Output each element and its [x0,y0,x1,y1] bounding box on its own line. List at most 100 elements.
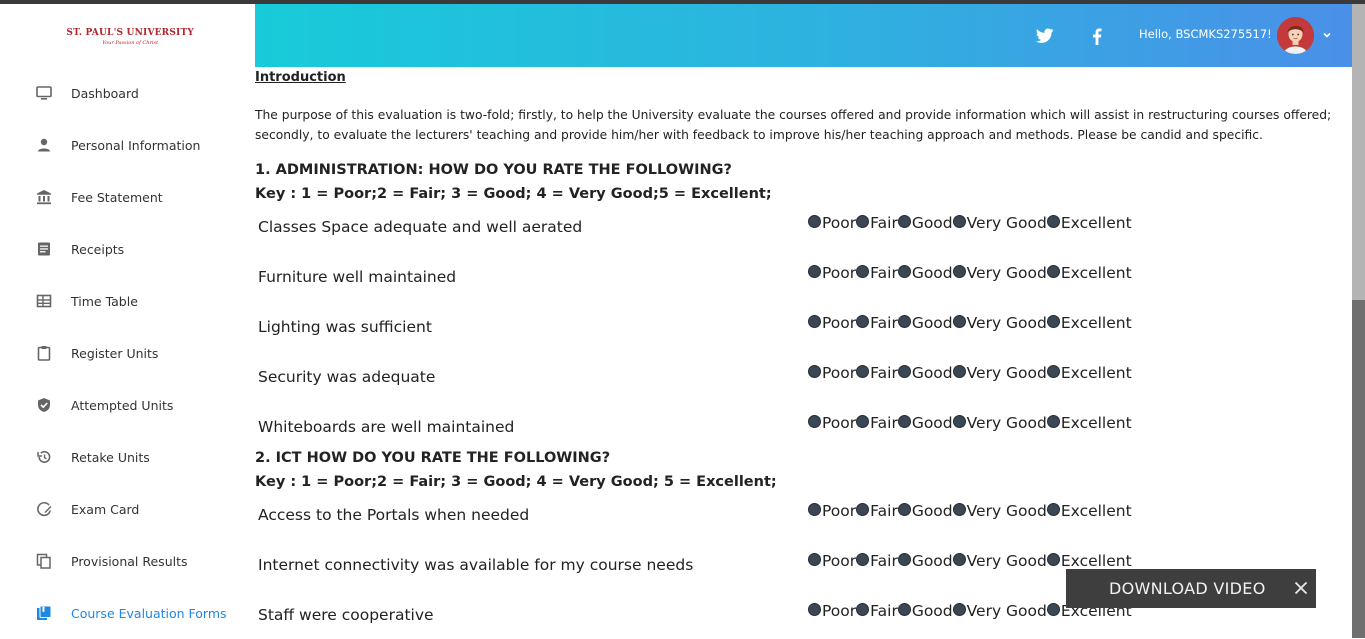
rating-option[interactable]: Fair [856,264,898,282]
rating-option[interactable]: Very Good [953,552,1047,570]
rating-option[interactable]: Excellent [1047,552,1132,570]
rating-option[interactable]: Very Good [953,502,1047,520]
book-icon [36,605,52,621]
sidebar-item-register-units[interactable]: Register Units [0,327,255,379]
rating-option[interactable]: Poor [808,264,856,282]
rating-option[interactable]: Fair [856,364,898,382]
radio-button[interactable] [808,315,821,328]
rating-option[interactable]: Very Good [953,414,1047,432]
radio-button[interactable] [1047,265,1060,278]
rating-options: PoorFairGoodVery GoodExcellent [808,502,1132,520]
close-icon[interactable] [1294,581,1308,595]
rating-option[interactable]: Fair [856,552,898,570]
rating-option[interactable]: Fair [856,414,898,432]
rating-options: PoorFairGoodVery GoodExcellent [808,364,1132,382]
rating-option[interactable]: Good [898,264,953,282]
download-video-toast[interactable]: DOWNLOAD VIDEO [1066,569,1316,608]
radio-button[interactable] [953,215,966,228]
rating-option-label: Poor [822,602,856,620]
radio-button[interactable] [1047,603,1060,616]
radio-button[interactable] [1047,503,1060,516]
radio-button[interactable] [856,365,869,378]
radio-button[interactable] [953,315,966,328]
sidebar-item-receipts[interactable]: Receipts [0,223,255,275]
radio-button[interactable] [898,503,911,516]
sidebar-item-time-table[interactable]: Time Table [0,275,255,327]
radio-button[interactable] [808,265,821,278]
radio-button[interactable] [898,603,911,616]
radio-button[interactable] [898,365,911,378]
rating-option[interactable]: Poor [808,552,856,570]
university-logo[interactable]: ST. PAUL'S UNIVERSITY Your Passion of Ch… [62,20,194,54]
radio-button[interactable] [953,553,966,566]
rating-option[interactable]: Fair [856,314,898,332]
rating-option[interactable]: Good [898,364,953,382]
sidebar-item-fee-statement[interactable]: Fee Statement [0,171,255,223]
radio-button[interactable] [808,365,821,378]
rating-option[interactable]: Excellent [1047,364,1132,382]
rating-option[interactable]: Good [898,214,953,232]
rating-option[interactable]: Poor [808,502,856,520]
rating-option[interactable]: Excellent [1047,264,1132,282]
rating-option[interactable]: Very Good [953,364,1047,382]
radio-button[interactable] [898,415,911,428]
rating-option[interactable]: Fair [856,502,898,520]
radio-button[interactable] [856,215,869,228]
radio-button[interactable] [1047,365,1060,378]
rating-option[interactable]: Good [898,602,953,620]
rating-option[interactable]: Very Good [953,264,1047,282]
radio-button[interactable] [808,215,821,228]
rating-key: Key : 1 = Poor;2 = Fair; 3 = Good; 4 = V… [255,474,777,490]
radio-button[interactable] [898,553,911,566]
radio-button[interactable] [808,603,821,616]
radio-button[interactable] [1047,553,1060,566]
radio-button[interactable] [808,553,821,566]
rating-option[interactable]: Excellent [1047,214,1132,232]
rating-option[interactable]: Poor [808,214,856,232]
radio-button[interactable] [953,415,966,428]
rating-option[interactable]: Good [898,314,953,332]
rating-option[interactable]: Fair [856,602,898,620]
sidebar-item-dashboard[interactable]: Dashboard [0,67,255,119]
radio-button[interactable] [856,503,869,516]
rating-option[interactable]: Good [898,502,953,520]
rating-option[interactable]: Good [898,414,953,432]
sidebar-item-exam-card[interactable]: Exam Card [0,483,255,535]
radio-button[interactable] [898,265,911,278]
rating-option[interactable]: Excellent [1047,314,1132,332]
radio-button[interactable] [898,315,911,328]
rating-option[interactable]: Poor [808,602,856,620]
radio-button[interactable] [953,603,966,616]
scrollbar-thumb[interactable] [1352,4,1365,300]
radio-button[interactable] [856,315,869,328]
radio-button[interactable] [1047,415,1060,428]
rating-option[interactable]: Very Good [953,314,1047,332]
radio-button[interactable] [808,415,821,428]
radio-button[interactable] [953,503,966,516]
radio-button[interactable] [856,603,869,616]
radio-button[interactable] [953,265,966,278]
radio-button[interactable] [856,415,869,428]
sidebar-item-course-evaluation-forms[interactable]: Course Evaluation Forms [0,587,255,639]
radio-button[interactable] [953,365,966,378]
rating-option[interactable]: Very Good [953,214,1047,232]
sidebar-item-retake-units[interactable]: Retake Units [0,431,255,483]
rating-option[interactable]: Poor [808,364,856,382]
rating-option[interactable]: Poor [808,314,856,332]
question-label: Internet connectivity was available for … [258,556,693,574]
radio-button[interactable] [856,265,869,278]
radio-button[interactable] [808,503,821,516]
rating-option[interactable]: Fair [856,214,898,232]
rating-option[interactable]: Excellent [1047,502,1132,520]
radio-button[interactable] [898,215,911,228]
sidebar-item-provisional-results[interactable]: Provisional Results [0,535,255,587]
rating-option[interactable]: Poor [808,414,856,432]
rating-option[interactable]: Good [898,552,953,570]
rating-option[interactable]: Very Good [953,602,1047,620]
rating-option[interactable]: Excellent [1047,414,1132,432]
radio-button[interactable] [1047,315,1060,328]
sidebar-item-attempted-units[interactable]: Attempted Units [0,379,255,431]
sidebar-item-personal-information[interactable]: Personal Information [0,119,255,171]
radio-button[interactable] [856,553,869,566]
radio-button[interactable] [1047,215,1060,228]
